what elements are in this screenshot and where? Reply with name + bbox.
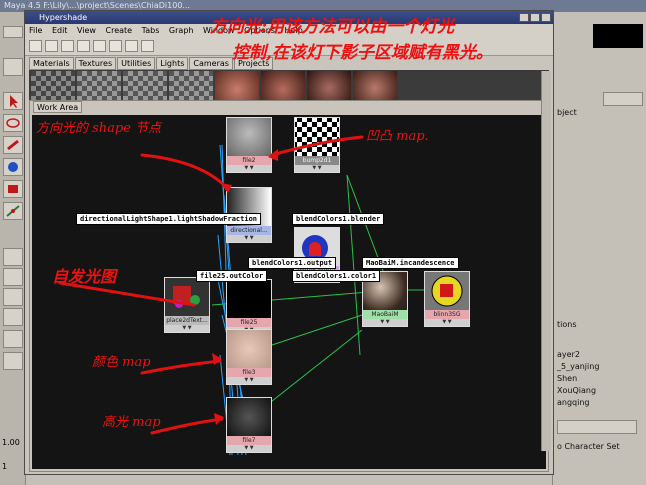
new-icon[interactable] (29, 40, 42, 52)
menu-create[interactable]: Create (106, 26, 133, 35)
rotate-tool-icon[interactable] (3, 158, 23, 176)
back-icon[interactable] (45, 40, 58, 52)
swatch-checker[interactable] (169, 71, 213, 102)
swatch-skin[interactable] (307, 71, 351, 102)
layout-graph-icon[interactable] (3, 352, 23, 370)
time-value-a: 1.00 (2, 438, 20, 447)
tab-lights[interactable]: Lights (156, 57, 189, 70)
material-swatch-strip (29, 70, 549, 103)
graph-icon[interactable] (77, 40, 90, 52)
scale-tool-icon[interactable] (3, 180, 23, 198)
maya-shelf-area (0, 12, 24, 90)
upstream-icon[interactable] (93, 40, 106, 52)
layout-icon[interactable] (141, 40, 154, 52)
layout-stack-icon[interactable] (3, 308, 23, 326)
maya-toolbox: 1.00 1 (0, 90, 26, 485)
swatch-skin[interactable] (215, 71, 259, 102)
channel-box-panel: bject tions ayer2 _5_yanjing Shen XouQia… (552, 12, 646, 485)
character-set-label[interactable]: o Character Set (557, 442, 620, 451)
layout-side-icon[interactable] (3, 288, 23, 306)
move-tool-icon[interactable] (3, 136, 23, 154)
layer-item[interactable]: ayer2 (557, 350, 580, 359)
playback-controls[interactable] (557, 420, 637, 434)
downstream-icon[interactable] (109, 40, 122, 52)
minimize-button[interactable] (519, 13, 529, 22)
clear-icon[interactable] (125, 40, 138, 52)
node-graph-canvas[interactable]: file2 ▼ ▼ bump2d1 ▼ ▼ directional... ▼ ▼… (32, 115, 546, 469)
hypershade-window: Hypershade File Edit View Create Tabs Gr… (24, 10, 554, 475)
layer-item[interactable]: _5_yanjing (557, 362, 599, 371)
tab-materials[interactable]: Materials (29, 57, 74, 70)
tab-work-area[interactable]: Work Area (33, 101, 83, 113)
work-area-panel: Work Area file2 ▼ ▼ bump2d1 ▼ ▼ directio… (29, 100, 549, 472)
layer-item[interactable]: XouQiang (557, 386, 596, 395)
maximize-button[interactable] (530, 13, 540, 22)
menu-view[interactable]: View (77, 26, 96, 35)
swatch-skin[interactable] (261, 71, 305, 102)
forward-icon[interactable] (61, 40, 74, 52)
annotation-top-line1: 方向光:用该方法可以由一个灯光 (210, 17, 455, 37)
swatch-skin[interactable] (353, 71, 397, 102)
mode-menu[interactable] (3, 26, 23, 38)
menu-graph[interactable]: Graph (169, 26, 194, 35)
hypershade-scrollbar[interactable] (541, 71, 551, 451)
swatch-checker[interactable] (31, 71, 75, 102)
swatch-checker[interactable] (77, 71, 121, 102)
shelf-tool[interactable] (3, 58, 23, 76)
status-display (593, 24, 643, 48)
lasso-tool-icon[interactable] (3, 114, 23, 132)
panel-icons[interactable] (603, 92, 643, 106)
layer-item[interactable]: Shen (557, 374, 577, 383)
swatch-checker[interactable] (123, 71, 167, 102)
tab-utilities[interactable]: Utilities (117, 57, 156, 70)
layer-item[interactable]: angqing (557, 398, 590, 407)
menu-file[interactable]: File (29, 26, 42, 35)
menu-edit[interactable]: Edit (52, 26, 68, 35)
options-label: tions (557, 320, 577, 329)
manipulator-tool-icon[interactable] (3, 202, 23, 220)
layout-single-icon[interactable] (3, 248, 23, 266)
layout-four-icon[interactable] (3, 268, 23, 286)
select-tool-icon[interactable] (3, 92, 23, 110)
annotation-arrows (58, 135, 364, 435)
annotation-top-line2: 控制,在该灯下影子区域赋有黑光。 (232, 43, 493, 63)
layout-outliner-icon[interactable] (3, 330, 23, 348)
tab-cameras[interactable]: Cameras (189, 57, 233, 70)
menu-tabs[interactable]: Tabs (142, 26, 160, 35)
tab-textures[interactable]: Textures (74, 57, 117, 70)
time-value-b: 1 (2, 462, 8, 471)
object-label: bject (557, 108, 577, 117)
close-button[interactable] (541, 13, 551, 22)
